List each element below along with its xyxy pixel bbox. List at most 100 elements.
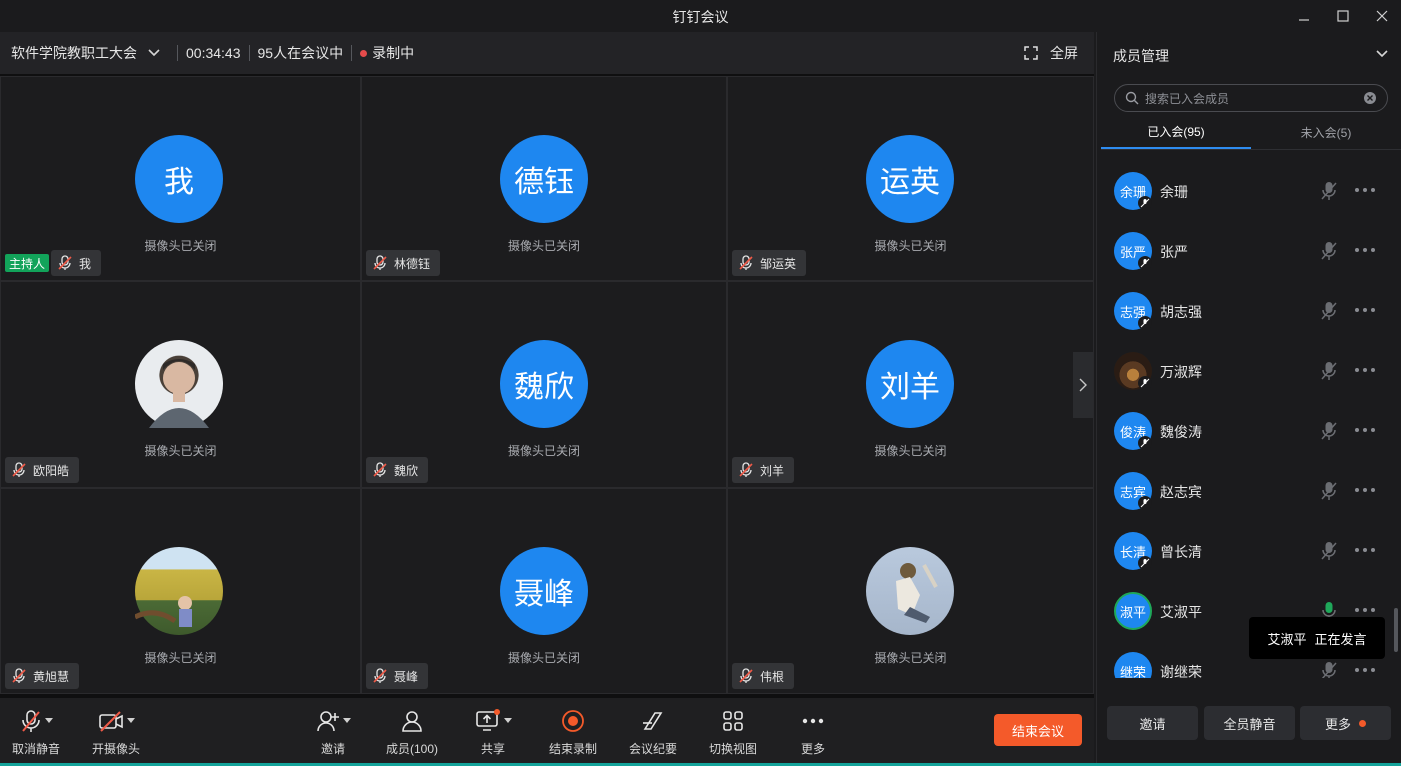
video-grid: 我 摄像头已关闭 主持人 我 德钰 摄像头已关闭 林德钰 运英 摄像头已关闭 邹…: [0, 76, 1094, 696]
maximize-button[interactable]: [1322, 0, 1364, 32]
mic-muted-icon[interactable]: [1319, 300, 1339, 322]
camera-button[interactable]: 开摄像头: [76, 708, 156, 757]
caret-down-icon: [126, 718, 135, 723]
end-recording-label: 结束录制: [548, 742, 597, 756]
member-name: 万淑辉: [1160, 364, 1202, 380]
participant-name: 伟根: [760, 669, 785, 684]
mic-muted-icon[interactable]: [1319, 420, 1339, 442]
list-item[interactable]: 长清 曾长清: [1097, 522, 1397, 582]
divider: [248, 45, 250, 61]
list-item[interactable]: 志强 胡志强: [1097, 282, 1397, 342]
panel-title: 成员管理: [1113, 48, 1169, 64]
meeting-toolbar: 取消静音 开摄像头 邀请 成员(100) 共享 结束录制 会议纪要 切换视图 更…: [0, 698, 1094, 766]
unmute-button[interactable]: 取消静音: [0, 708, 76, 757]
member-more-icon[interactable]: [1355, 488, 1375, 492]
mic-muted-icon: [739, 462, 753, 477]
video-tile[interactable]: 刘羊 摄像头已关闭 刘羊: [727, 281, 1094, 488]
mic-muted-icon[interactable]: [1319, 540, 1339, 562]
clear-search-icon[interactable]: [1363, 91, 1377, 105]
list-item[interactable]: 万淑辉: [1097, 342, 1397, 402]
mic-muted-icon[interactable]: [1319, 660, 1339, 678]
meeting-name[interactable]: 软件学院教职工大会: [11, 43, 137, 63]
participant-photo-avatar: [866, 547, 954, 635]
video-tile[interactable]: 运英 摄像头已关闭 邹运英: [727, 76, 1094, 281]
meeting-area: 软件学院教职工大会 00:34:43 95人在会议中 录制中 全屏 我 摄像头已…: [0, 32, 1094, 766]
more-button[interactable]: 更多: [773, 708, 853, 757]
participant-avatar: 聂峰: [500, 547, 588, 635]
mute-all-button[interactable]: 全员静音: [1204, 706, 1295, 740]
mic-muted-icon: [12, 462, 26, 477]
add-user-icon: [316, 711, 339, 732]
mic-muted-icon: [373, 668, 387, 683]
close-button[interactable]: [1361, 0, 1401, 32]
member-name: 曾长清: [1160, 544, 1202, 560]
minutes-button[interactable]: 会议纪要: [613, 708, 693, 757]
screen-share-icon: [475, 709, 500, 731]
minimize-icon: [1299, 19, 1309, 21]
member-more-icon[interactable]: [1355, 248, 1375, 252]
end-recording-button[interactable]: 结束录制: [533, 708, 613, 757]
mic-muted-icon[interactable]: [1319, 180, 1339, 202]
members-icon: [402, 711, 422, 732]
list-item[interactable]: 俊涛 魏俊涛: [1097, 402, 1397, 462]
mic-muted-icon[interactable]: [1319, 240, 1339, 262]
list-item[interactable]: 张严 张严: [1097, 222, 1397, 282]
ai-minutes-icon: [643, 712, 663, 730]
participant-nametag: 伟根: [732, 663, 795, 689]
member-avatar: 继荣: [1114, 652, 1152, 678]
next-page-button[interactable]: [1073, 352, 1093, 418]
grid-view-icon: [723, 711, 743, 731]
participant-avatar: 运英: [866, 135, 954, 223]
record-stop-icon: [562, 710, 584, 732]
mic-muted-icon[interactable]: [1319, 360, 1339, 382]
more-label: 更多: [800, 742, 825, 756]
list-item[interactable]: 志宾 赵志宾: [1097, 462, 1397, 522]
member-more-icon[interactable]: [1355, 308, 1375, 312]
field-photo-icon: [135, 596, 192, 627]
member-search-input[interactable]: 搜索已入会成员: [1114, 84, 1388, 112]
list-item[interactable]: 余珊 余珊: [1097, 162, 1397, 222]
speaking-tooltip: 艾淑平 正在发言: [1249, 617, 1385, 659]
chevron-down-icon[interactable]: [147, 46, 161, 60]
share-button[interactable]: 共享: [453, 708, 533, 757]
video-tile[interactable]: 摄像头已关闭 伟根: [727, 488, 1094, 694]
member-tabs: 已入会(95) 未入会(5): [1101, 116, 1401, 150]
member-more-icon[interactable]: [1355, 608, 1375, 612]
panel-invite-button[interactable]: 邀请: [1107, 706, 1198, 740]
mic-muted-icon[interactable]: [1319, 480, 1339, 502]
video-tile[interactable]: 摄像头已关闭 黄旭慧: [0, 488, 361, 694]
more-dots-icon: [802, 718, 824, 724]
participant-photo-avatar: [135, 547, 223, 635]
participant-nametag: 我: [51, 250, 102, 276]
member-more-icon[interactable]: [1355, 188, 1375, 192]
tooltip-name: 艾淑平: [1267, 631, 1307, 647]
video-tile[interactable]: 摄像头已关闭 欧阳皓: [0, 281, 361, 488]
video-tile[interactable]: 德钰 摄像头已关闭 林德钰: [361, 76, 727, 281]
end-meeting-button[interactable]: 结束会议: [994, 714, 1082, 746]
minimize-button[interactable]: [1283, 0, 1325, 32]
members-button[interactable]: 成员(100): [372, 708, 452, 757]
participant-nametag: 刘羊: [732, 457, 795, 483]
member-more-icon[interactable]: [1355, 428, 1375, 432]
invite-button[interactable]: 邀请: [293, 708, 373, 757]
chevron-right-icon: [1079, 378, 1087, 392]
video-tile[interactable]: 聂峰 摄像头已关闭 聂峰: [361, 488, 727, 694]
member-list-scrollbar[interactable]: [1394, 608, 1398, 652]
video-tile[interactable]: 我 摄像头已关闭 主持人 我: [0, 76, 361, 281]
participant-name: 刘羊: [760, 463, 785, 478]
member-more-icon[interactable]: [1355, 548, 1375, 552]
panel-more-button[interactable]: 更多: [1300, 706, 1391, 740]
divider: [177, 45, 178, 61]
tooltip-status: 正在发言: [1314, 631, 1367, 647]
fullscreen-icon: [1024, 46, 1038, 60]
tab-joined[interactable]: 已入会(95): [1101, 116, 1251, 149]
tab-not-joined[interactable]: 未入会(5): [1251, 116, 1401, 149]
switch-view-button[interactable]: 切换视图: [693, 708, 773, 757]
video-tile[interactable]: 魏欣 摄像头已关闭 魏欣: [361, 281, 727, 488]
collapse-panel-chevron-icon[interactable]: [1375, 47, 1389, 61]
fullscreen-button[interactable]: 全屏: [1024, 32, 1078, 74]
participant-name: 邹运英: [760, 256, 797, 271]
member-more-icon[interactable]: [1355, 368, 1375, 372]
member-more-icon[interactable]: [1355, 668, 1375, 672]
participant-nametag: 欧阳皓: [5, 457, 80, 483]
